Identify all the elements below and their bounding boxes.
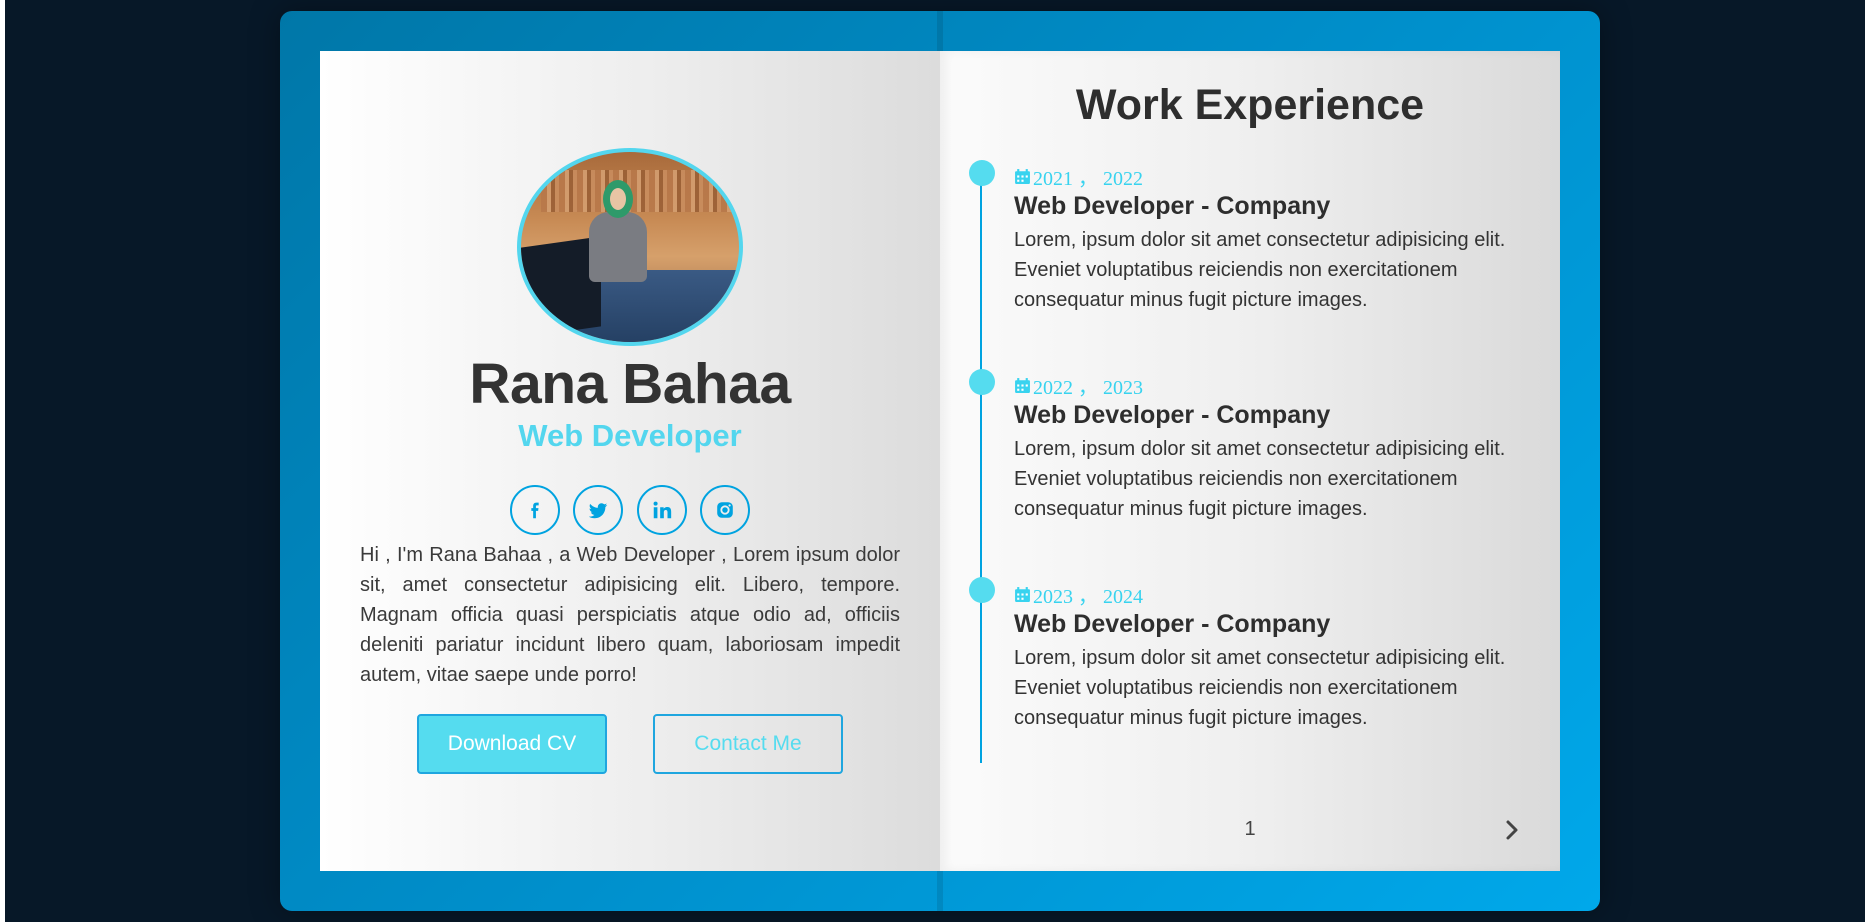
twitter-icon bbox=[588, 503, 608, 519]
page-number: 1 bbox=[1244, 818, 1256, 840]
download-cv-button[interactable]: Download CV bbox=[417, 714, 607, 774]
avatar-shelf bbox=[541, 170, 731, 212]
timeline-date: 2022 ， 2023 bbox=[1014, 371, 1143, 400]
timeline-date: 2023 ， 2024 bbox=[1014, 580, 1143, 609]
calendar-icon bbox=[1015, 169, 1030, 184]
instagram-icon bbox=[717, 502, 733, 518]
instagram-link[interactable] bbox=[700, 485, 750, 535]
timeline-date-text: 2021 ， 2022 bbox=[1033, 168, 1143, 190]
facebook-icon bbox=[531, 502, 539, 519]
avatar-face bbox=[610, 188, 626, 210]
contact-me-button[interactable]: Contact Me bbox=[653, 714, 843, 774]
profile-name: Rana Bahaa bbox=[469, 352, 791, 416]
timeline-dot bbox=[969, 577, 995, 603]
timeline-dot bbox=[969, 160, 995, 186]
calendar-icon bbox=[1015, 378, 1030, 393]
timeline-description: Lorem, ipsum dolor sit amet consectetur … bbox=[1014, 438, 1506, 520]
avatar bbox=[517, 148, 743, 346]
profile-role: Web Developer bbox=[518, 418, 742, 453]
book: Rana Bahaa Web Developer Hi , I'm Rana B… bbox=[280, 11, 1600, 911]
timeline-description: Lorem, ipsum dolor sit amet consectetur … bbox=[1014, 229, 1506, 311]
next-page-button[interactable] bbox=[1497, 815, 1527, 845]
timeline-dot bbox=[969, 369, 995, 395]
calendar-icon bbox=[1015, 587, 1030, 602]
profile-bio: Hi , I'm Rana Bahaa , a Web Developer , … bbox=[360, 544, 900, 686]
avatar-person-body bbox=[589, 212, 647, 282]
twitter-link[interactable] bbox=[573, 485, 623, 535]
linkedin-icon bbox=[653, 501, 672, 519]
linkedin-link[interactable] bbox=[637, 485, 687, 535]
chevron-right-icon bbox=[1506, 820, 1518, 840]
timeline-description: Lorem, ipsum dolor sit amet consectetur … bbox=[1014, 647, 1506, 729]
timeline-date-text: 2023 ， 2024 bbox=[1033, 586, 1143, 608]
page-background: Rana Bahaa Web Developer Hi , I'm Rana B… bbox=[5, 0, 1865, 922]
profile-page: Rana Bahaa Web Developer Hi , I'm Rana B… bbox=[320, 51, 940, 871]
timeline-line bbox=[980, 171, 982, 763]
facebook-link[interactable] bbox=[510, 485, 560, 535]
section-title: Work Experience bbox=[1075, 81, 1425, 129]
experience-page: Work Experience 2021 ， 2022 Web Develope… bbox=[940, 51, 1560, 871]
timeline-title: Web Developer - Company bbox=[1014, 192, 1331, 220]
timeline-date-text: 2022 ， 2023 bbox=[1033, 377, 1143, 399]
timeline-title: Web Developer - Company bbox=[1014, 610, 1331, 638]
timeline-date: 2021 ， 2022 bbox=[1014, 162, 1143, 191]
timeline-title: Web Developer - Company bbox=[1014, 401, 1331, 429]
social-links bbox=[510, 485, 750, 535]
